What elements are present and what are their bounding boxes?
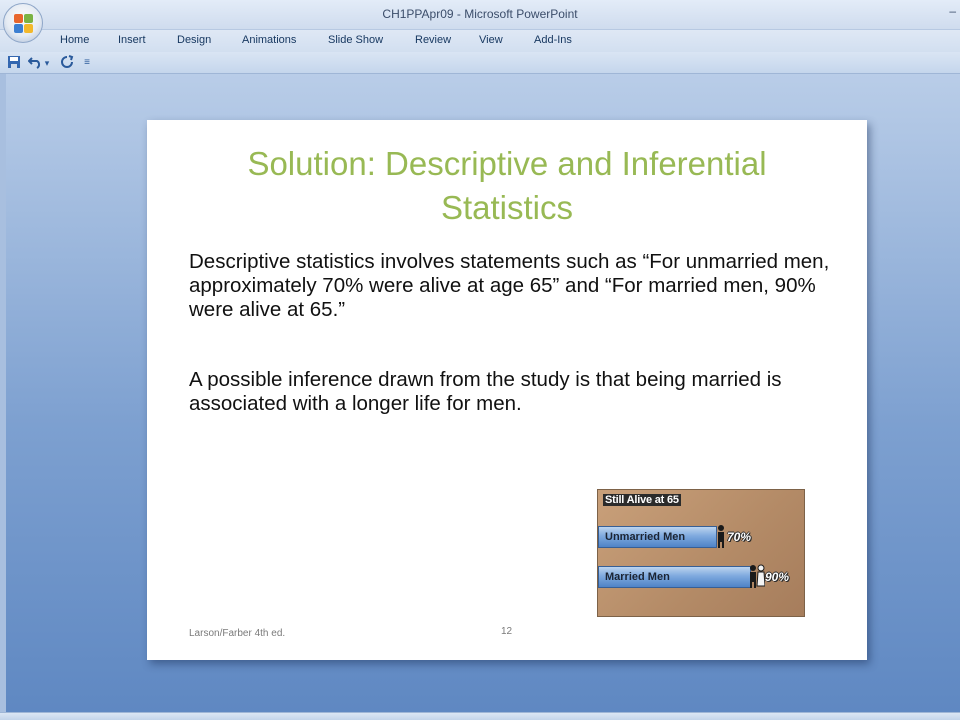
- slide-paragraph-inference[interactable]: A possible inference drawn from the stud…: [189, 368, 839, 416]
- man-figure-icon: [718, 525, 724, 548]
- chart-category-label: Unmarried Men: [605, 531, 686, 543]
- slide-paragraph-descriptive[interactable]: Descriptive statistics involves statemen…: [189, 250, 839, 322]
- office-logo-icon: [14, 14, 34, 34]
- slide-number: 12: [501, 626, 513, 637]
- tab-home[interactable]: Home: [60, 34, 89, 46]
- still-alive-chart[interactable]: Still Alive at 65 Unmarried Men 70% Marr…: [597, 489, 805, 617]
- customize-toolbar-icon[interactable]: ≡: [82, 55, 92, 71]
- undo-icon[interactable]: [27, 55, 43, 71]
- undo-dropdown-icon[interactable]: ▾: [43, 55, 51, 71]
- tab-add-ins[interactable]: Add-Ins: [534, 34, 572, 46]
- redo-icon[interactable]: [59, 55, 75, 71]
- tab-slide-show[interactable]: Slide Show: [328, 34, 383, 46]
- chart-bar-unmarried: Unmarried Men: [598, 526, 717, 548]
- chart-title: Still Alive at 65: [603, 494, 681, 506]
- minimize-button[interactable]: –: [949, 4, 956, 18]
- status-bar: [0, 712, 960, 720]
- chart-category-label: Married Men: [605, 571, 670, 583]
- save-icon[interactable]: [6, 55, 22, 71]
- tab-insert[interactable]: Insert: [118, 34, 146, 46]
- ribbon-tabs: Home Insert Design Animations Slide Show…: [0, 30, 960, 52]
- couple-figure-icon: [750, 564, 765, 588]
- tab-review[interactable]: Review: [415, 34, 451, 46]
- office-button[interactable]: [3, 3, 43, 43]
- slide-footer: Larson/Farber 4th ed.: [189, 628, 286, 639]
- title-bar: CH1PPApr09 - Microsoft PowerPoint –: [0, 0, 960, 30]
- slide[interactable]: Solution: Descriptive and Inferential St…: [147, 120, 867, 660]
- chart-value-label: 70%: [727, 530, 752, 544]
- tab-view[interactable]: View: [479, 34, 503, 46]
- chart-value-label: 90%: [765, 570, 790, 584]
- quick-access-toolbar: ▾ ≡: [0, 52, 960, 74]
- tab-animations[interactable]: Animations: [242, 34, 296, 46]
- window-title: CH1PPApr09 - Microsoft PowerPoint: [382, 7, 578, 21]
- tab-design[interactable]: Design: [177, 34, 211, 46]
- workspace-edge: [0, 74, 6, 712]
- slide-title[interactable]: Solution: Descriptive and Inferential St…: [187, 142, 827, 230]
- chart-bar-married: Married Men: [598, 566, 751, 588]
